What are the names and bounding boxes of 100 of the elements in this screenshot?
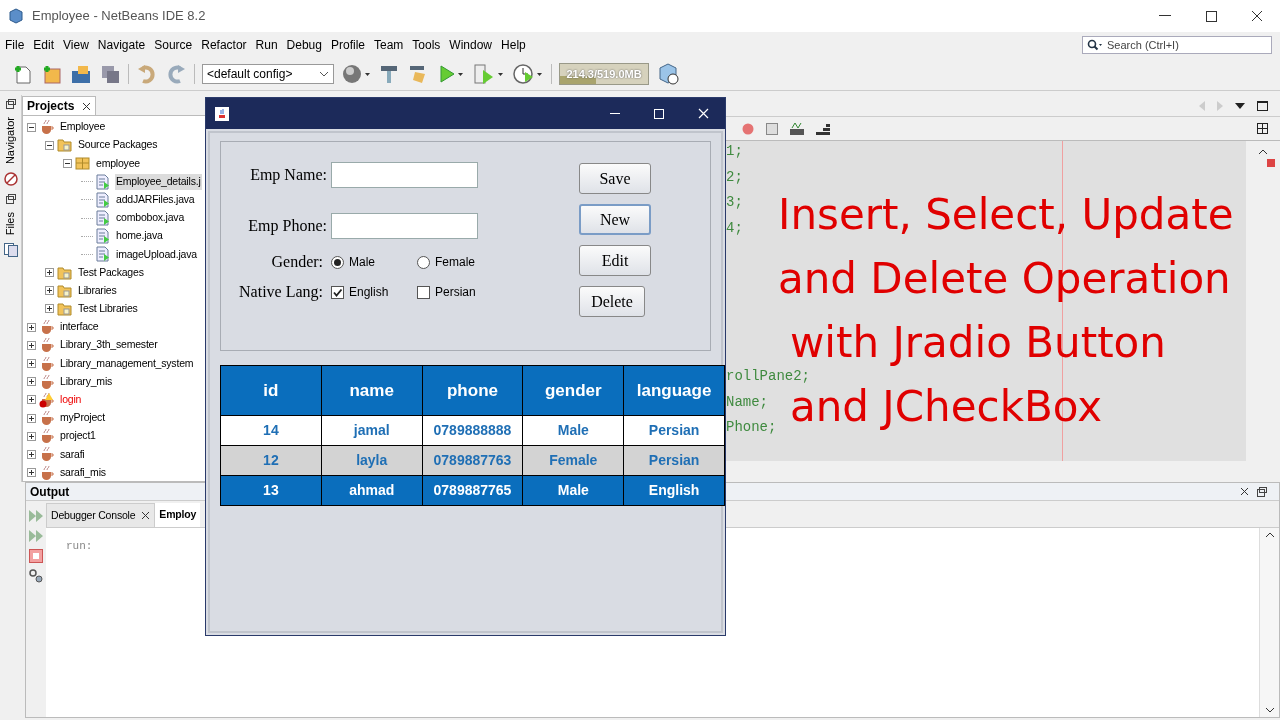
menu-item[interactable]: File <box>4 36 26 54</box>
tree-item[interactable]: sarafi_mis <box>59 464 107 481</box>
tree-item[interactable]: login <box>59 392 83 408</box>
menu-item[interactable]: Help <box>500 36 527 54</box>
collapse-icon[interactable] <box>27 122 36 132</box>
expand-icon[interactable] <box>45 286 54 296</box>
expand-icon[interactable] <box>45 268 54 278</box>
close-icon[interactable] <box>1240 487 1249 496</box>
action-button[interactable]: Delete <box>579 286 645 317</box>
expand-icon[interactable] <box>27 431 36 441</box>
search-field[interactable]: Search (Ctrl+I) <box>1107 36 1267 54</box>
menu-item[interactable]: Team <box>373 36 405 54</box>
expand-icon[interactable] <box>27 340 36 350</box>
tree-item[interactable]: project1 <box>59 428 97 445</box>
config-dropdown[interactable]: <default config> <box>202 64 334 84</box>
radio-button[interactable] <box>417 255 430 269</box>
tree-item[interactable]: addJARFiles.java <box>115 191 196 208</box>
tree-item[interactable]: Library_management_system <box>59 355 195 372</box>
new-project-icon[interactable] <box>41 63 63 85</box>
menu-item[interactable]: Refactor <box>200 36 248 54</box>
bars-icon[interactable] <box>816 122 830 135</box>
restore-icon[interactable] <box>5 99 16 109</box>
checkbox-label[interactable]: English <box>349 283 389 301</box>
save-all-icon[interactable] <box>99 63 121 85</box>
expand-icon[interactable] <box>27 468 36 478</box>
globe-icon[interactable] <box>341 63 371 85</box>
close-icon[interactable] <box>82 101 92 111</box>
restore-icon[interactable] <box>5 194 16 205</box>
profile-icon[interactable] <box>512 63 544 85</box>
hammer-icon[interactable] <box>378 63 400 85</box>
column-header[interactable]: phone <box>422 366 523 415</box>
maximize-icon[interactable] <box>1257 100 1268 111</box>
tree-item[interactable]: Library_mis <box>59 373 114 390</box>
menu-item[interactable]: Tools <box>411 36 442 54</box>
column-header[interactable]: id <box>221 366 321 415</box>
search-box[interactable]: Search (Ctrl+I) <box>1082 36 1272 54</box>
menu-item[interactable]: Profile <box>330 36 366 54</box>
stop-icon[interactable] <box>29 549 43 563</box>
checkbox[interactable] <box>417 285 430 299</box>
menu-item[interactable]: Edit <box>32 36 56 54</box>
tree-item[interactable]: imageUpload.java <box>115 246 198 263</box>
tree-item[interactable]: Employee_details.j <box>115 173 202 190</box>
collapse-icon[interactable] <box>45 140 54 150</box>
stop-icon[interactable] <box>766 122 778 135</box>
expand-icon[interactable] <box>27 449 36 459</box>
new-file-icon[interactable] <box>12 63 34 85</box>
tree-item[interactable]: Test Packages <box>77 264 145 281</box>
checkbox-label[interactable]: Persian <box>435 283 476 301</box>
phone-field[interactable] <box>331 213 478 239</box>
expand-icon[interactable] <box>27 322 36 332</box>
output-tab[interactable]: Debugger Console <box>46 503 156 527</box>
radio-button[interactable] <box>331 255 344 269</box>
collapse-icon[interactable] <box>63 158 72 168</box>
menu-item[interactable]: View <box>62 36 90 54</box>
settings-icon[interactable] <box>29 569 43 583</box>
side-tab[interactable]: Navigator <box>2 117 19 165</box>
tree-item[interactable]: combobox.java <box>115 210 186 226</box>
column-header[interactable]: gender <box>523 366 624 415</box>
menu-item[interactable]: Debug <box>285 36 323 54</box>
action-button[interactable]: Save <box>579 163 651 194</box>
scroll-up-icon[interactable] <box>1264 532 1275 538</box>
menu-item[interactable]: Window <box>448 36 494 54</box>
tree-item[interactable]: Libraries <box>77 282 118 299</box>
projects-tab[interactable]: Projects <box>22 96 97 115</box>
tree-item[interactable]: myProject <box>59 410 106 426</box>
tree-item[interactable]: Employee <box>59 119 107 135</box>
tree-item[interactable]: employee <box>95 155 141 172</box>
radio-label[interactable]: Female <box>435 253 475 271</box>
action-button[interactable]: Edit <box>579 245 651 276</box>
tree-item[interactable]: home.java <box>115 228 164 245</box>
output-tab[interactable]: Employ <box>155 503 201 527</box>
expand-icon[interactable] <box>27 413 36 423</box>
column-header[interactable]: name <box>321 366 422 415</box>
tree-item[interactable]: sarafi <box>59 446 86 463</box>
radio-label[interactable]: Male <box>349 253 375 271</box>
name-field[interactable] <box>331 162 478 188</box>
restore-icon[interactable] <box>1257 486 1267 497</box>
collapse-icon[interactable] <box>1258 149 1268 155</box>
action-button[interactable]: New <box>579 204 651 235</box>
scroll-down-icon[interactable] <box>1264 707 1275 713</box>
macro-icon[interactable] <box>790 122 804 135</box>
side-tab[interactable]: Files <box>2 212 19 236</box>
split-icon[interactable] <box>1257 123 1268 134</box>
record-icon[interactable] <box>742 122 754 135</box>
open-folder-icon[interactable] <box>70 63 92 85</box>
column-header[interactable]: language <box>624 366 724 415</box>
expand-icon[interactable] <box>27 395 36 405</box>
menu-item[interactable]: Navigate <box>96 36 147 54</box>
expand-icon[interactable] <box>27 359 36 369</box>
menu-item[interactable]: Run <box>254 36 279 54</box>
dropdown-icon[interactable] <box>1235 102 1245 109</box>
checkbox[interactable] <box>331 285 344 299</box>
tree-item[interactable]: Library_3th_semester <box>59 337 159 354</box>
tree-item[interactable]: Source Packages <box>77 137 159 154</box>
expand-icon[interactable] <box>45 304 54 314</box>
expand-icon[interactable] <box>27 377 36 387</box>
tree-item[interactable]: Test Libraries <box>77 301 139 317</box>
menu-item[interactable]: Source <box>153 36 194 54</box>
tree-item[interactable]: interface <box>59 319 100 336</box>
close-icon[interactable] <box>141 511 151 520</box>
